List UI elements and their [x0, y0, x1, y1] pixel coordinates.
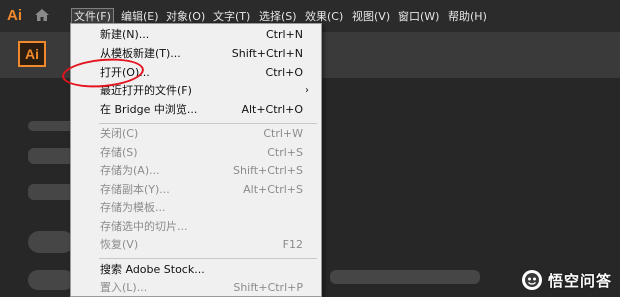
menu-item-shortcut: F12 [282, 238, 303, 251]
placeholder-pill [28, 231, 74, 253]
app-badge: Ai [18, 41, 46, 67]
menu-help[interactable]: 帮助(H) [446, 8, 489, 25]
menu-separator [99, 123, 317, 124]
menu-item-save[interactable]: 存储(S) Ctrl+S [71, 144, 321, 162]
menu-item-shortcut: Shift+Ctrl+S [233, 164, 303, 177]
menu-item-save-copy[interactable]: 存储副本(Y)... Alt+Ctrl+S [71, 181, 321, 199]
menu-item-shortcut: Alt+Ctrl+S [243, 183, 303, 196]
menu-item-save-slices[interactable]: 存储选中的切片... [71, 218, 321, 236]
menu-item-label: 在 Bridge 中浏览... [100, 103, 198, 116]
menu-item-label: 存储副本(Y)... [100, 183, 170, 196]
menu-item-label: 搜索 Adobe Stock... [100, 263, 205, 276]
menu-item-place[interactable]: 置入(L)... Shift+Ctrl+P [71, 279, 321, 297]
menu-item-label: 恢复(V) [100, 238, 139, 251]
menu-separator [99, 258, 317, 259]
menu-item-save-as[interactable]: 存储为(A)... Shift+Ctrl+S [71, 162, 321, 180]
menu-item-label: 存储为模板... [100, 201, 166, 214]
menu-item-label: 存储为(A)... [100, 164, 160, 177]
placeholder-button [28, 184, 74, 200]
menu-item-label: 置入(L)... [100, 281, 148, 294]
watermark-text: 悟空问答 [547, 271, 612, 290]
home-icon[interactable] [34, 8, 50, 22]
menu-item-label: 存储(S) [100, 146, 138, 159]
menu-item-close[interactable]: 关闭(C) Ctrl+W [71, 125, 321, 143]
menu-item-shortcut: Shift+Ctrl+P [233, 281, 303, 294]
watermark: 悟空问答 [521, 267, 612, 293]
menu-item-shortcut: Shift+Ctrl+N [231, 47, 303, 60]
menu-item-shortcut: Ctrl+N [265, 28, 303, 41]
menu-item-search-stock[interactable]: 搜索 Adobe Stock... [71, 261, 321, 279]
submenu-arrow-icon: › [305, 85, 309, 96]
menu-item-shortcut: Alt+Ctrl+O [241, 103, 303, 116]
placeholder-button [28, 148, 74, 164]
menu-item-shortcut: Ctrl+W [263, 127, 303, 140]
menu-window[interactable]: 窗口(W) [396, 8, 441, 25]
menu-item-new[interactable]: 新建(N)... Ctrl+N [71, 26, 321, 44]
menu-item-label: 关闭(C) [100, 127, 139, 140]
menu-item-save-template[interactable]: 存储为模板... [71, 199, 321, 217]
menu-item-revert[interactable]: 恢复(V) F12 [71, 236, 321, 254]
menu-view[interactable]: 视图(V) [350, 8, 392, 25]
menu-item-label: 新建(N)... [100, 28, 150, 41]
menu-item-shortcut: Ctrl+S [267, 146, 303, 159]
placeholder-pill [28, 270, 74, 290]
menu-item-browse-bridge[interactable]: 在 Bridge 中浏览... Alt+Ctrl+O [71, 101, 321, 119]
menu-item-label: 存储选中的切片... [100, 220, 188, 233]
app-logo: Ai [7, 7, 22, 24]
menu-item-shortcut: Ctrl+O [265, 66, 303, 79]
wukong-logo-icon [521, 270, 542, 290]
placeholder-bar [330, 270, 480, 284]
